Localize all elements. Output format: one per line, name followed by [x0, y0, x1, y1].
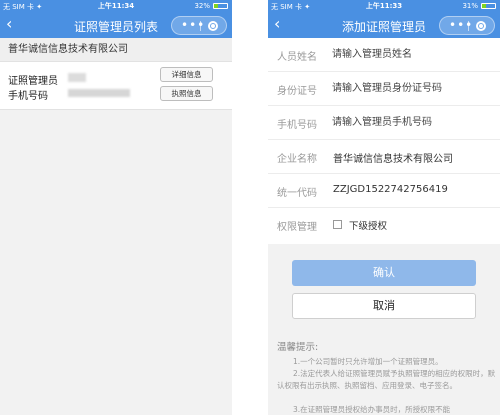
license-info-button[interactable]: 执照信息 [160, 86, 213, 101]
name-input[interactable] [332, 45, 492, 63]
nav-bar: ‹ 证照管理员列表 ••• [0, 12, 232, 38]
phone-label: 手机号码 [8, 91, 48, 102]
status-bar: 无 SIM 卡 ✦ 上午11:34 32% [0, 0, 232, 12]
permission-row: 权限管理 下级授权 [268, 208, 500, 242]
battery-percent: 31% [462, 2, 478, 10]
battery-icon [481, 3, 496, 9]
tip-item: 1.一个公司暂时只允许增加一个证照管理员。 [293, 357, 443, 366]
cancel-button[interactable]: 取消 [292, 293, 476, 319]
redacted-phone [68, 89, 130, 97]
phone-row: 手机号码 [268, 106, 500, 140]
tip-item: 3.在证照管理员授权给办事员时，所授权限不能 [293, 405, 451, 414]
admin-list-screen: 无 SIM 卡 ✦ 上午11:34 32% ‹ 证照管理员列表 ••• 普华诚信… [0, 0, 232, 415]
sub-authorization-label: 下级授权 [349, 221, 388, 232]
phone-label: 手机号码 [277, 120, 317, 131]
permission-label: 权限管理 [277, 222, 317, 233]
confirm-button[interactable]: 确认 [292, 260, 476, 286]
name-label: 人员姓名 [277, 52, 317, 63]
tips-title: 温馨提示: [277, 342, 319, 353]
tip-item: 2.法定代表人给证照管理员赋予执照管理的相应的权限时，默认权限有出示执照、执照留… [277, 369, 496, 390]
id-number-input[interactable] [332, 79, 492, 97]
admin-list-item: 证照管理员 手机号码 详细信息 执照信息 [0, 62, 232, 110]
company-header: 普华诚信信息技术有限公司 [0, 38, 232, 62]
code-label: 统一代码 [277, 188, 317, 199]
name-row: 人员姓名 [268, 38, 500, 72]
more-menu-button[interactable]: ••• [181, 18, 205, 32]
capsule-divider [468, 21, 469, 31]
battery-percent: 32% [194, 2, 210, 10]
status-bar: 无 SIM 卡 ✦ 上午11:33 31% [268, 0, 500, 12]
nav-bar: ‹ 添加证照管理员 ••• [268, 12, 500, 38]
phone-input[interactable] [332, 113, 492, 131]
add-admin-screen: 无 SIM 卡 ✦ 上午11:33 31% ‹ 添加证照管理员 ••• 人员姓名… [268, 0, 500, 415]
action-area: 确认 取消 温馨提示: 1.一个公司暂时只允许增加一个证照管理员。 2.法定代表… [268, 244, 500, 415]
capsule-divider [200, 21, 201, 31]
add-admin-form: 人员姓名 身份证号 手机号码 企业名称 普华诚信信息技术有限公司 统一代码 ZZ… [268, 38, 500, 242]
miniprogram-capsule: ••• [171, 16, 227, 35]
id-row: 身份证号 [268, 72, 500, 106]
code-value: ZZJGD1522742756419 [333, 184, 448, 195]
company-value: 普华诚信信息技术有限公司 [333, 154, 453, 165]
close-target-icon[interactable] [476, 21, 486, 31]
sub-authorization-checkbox[interactable] [333, 220, 342, 229]
battery-icon [213, 3, 228, 9]
id-label: 身份证号 [277, 86, 317, 97]
miniprogram-capsule: ••• [439, 16, 495, 35]
detail-info-button[interactable]: 详细信息 [160, 67, 213, 82]
company-label: 企业名称 [277, 154, 317, 165]
redacted-name [68, 73, 86, 82]
close-target-icon[interactable] [208, 21, 218, 31]
code-row: 统一代码 ZZJGD1522742756419 [268, 174, 500, 208]
admin-label: 证照管理员 [8, 76, 58, 87]
company-row: 企业名称 普华诚信信息技术有限公司 [268, 140, 500, 174]
more-menu-button[interactable]: ••• [449, 18, 473, 32]
